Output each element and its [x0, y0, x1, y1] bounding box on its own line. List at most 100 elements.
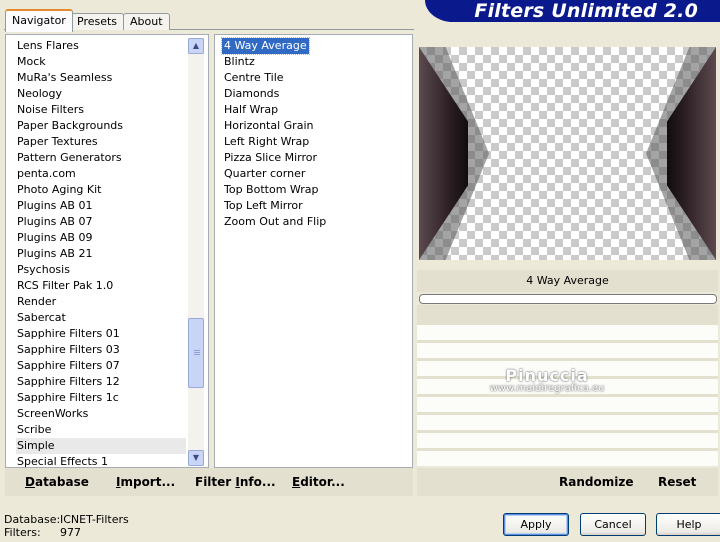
filter-item[interactable]: Horizontal Grain — [222, 118, 315, 134]
right-toolbar: Randomize Reset — [417, 468, 718, 496]
parameter-row — [417, 415, 718, 430]
progress-bar — [419, 294, 717, 304]
category-item[interactable]: Paper Textures — [16, 134, 186, 150]
cancel-button[interactable]: Cancel — [580, 513, 646, 536]
filter-info-label: nfo... — [239, 475, 276, 489]
filter-row: Centre Tile — [222, 70, 402, 86]
header-banner: Filters Unlimited 2.0 — [425, 0, 720, 22]
selected-filter-name: 4 Way Average — [417, 270, 718, 292]
filter-item[interactable]: Diamonds — [222, 86, 281, 102]
filter-item[interactable]: Half Wrap — [222, 102, 280, 118]
category-item[interactable]: Scribe — [16, 422, 186, 438]
status-database-value: ICNET-Filters — [60, 513, 129, 526]
category-item[interactable]: Plugins AB 21 — [16, 246, 186, 262]
grip-line — [194, 354, 200, 355]
category-items: Lens Flares Mock MuRa's Seamless Neology Noi… — [16, 38, 186, 467]
import-button[interactable]: Import... — [116, 475, 175, 489]
category-item[interactable]: ScreenWorks — [16, 406, 186, 422]
chevron-up-icon[interactable]: ▲ — [188, 38, 204, 54]
category-item[interactable]: Plugins AB 07 — [16, 214, 186, 230]
category-item[interactable]: Sabercat — [16, 310, 186, 326]
category-item[interactable]: Sapphire Filters 1c — [16, 390, 186, 406]
category-item[interactable]: Photo Aging Kit — [16, 182, 186, 198]
filter-row: Top Bottom Wrap — [222, 182, 402, 198]
reset-button[interactable]: Reset — [658, 475, 696, 489]
category-item[interactable]: Pattern Generators — [16, 150, 186, 166]
randomize-button[interactable]: Randomize — [559, 475, 633, 489]
filter-info-button[interactable]: Filter Info... — [195, 475, 276, 489]
filter-item[interactable]: Zoom Out and Flip — [222, 214, 328, 230]
category-item[interactable]: Special Effects 1 — [16, 454, 186, 467]
editor-accel: E — [292, 475, 301, 489]
filter-row: Top Left Mirror — [222, 198, 402, 214]
category-item[interactable]: RCS Filter Pak 1.0 — [16, 278, 186, 294]
filter-row: Blintz — [222, 54, 402, 70]
status-filters-value: 977 — [60, 526, 81, 539]
status-database-label: Database: — [4, 513, 61, 526]
filter-item[interactable]: Centre Tile — [222, 70, 286, 86]
filter-items: 4 Way Average Blintz Centre Tile Diamonds Ha… — [221, 37, 402, 230]
filter-item[interactable]: Blintz — [222, 54, 257, 70]
filter-item[interactable]: Top Bottom Wrap — [222, 182, 321, 198]
filter-item[interactable]: Quarter corner — [222, 166, 307, 182]
chevron-down-icon[interactable]: ▼ — [188, 450, 204, 466]
help-button[interactable]: Help — [656, 513, 720, 536]
filter-row: Horizontal Grain — [222, 118, 402, 134]
category-item[interactable]: Simple — [16, 438, 186, 454]
filter-item[interactable]: Top Left Mirror — [222, 198, 305, 214]
scrollbar-thumb[interactable] — [188, 318, 204, 388]
watermark-url: www.maidiregrafica.eu — [489, 383, 605, 394]
filter-info-label-pre: Filter — [195, 475, 236, 489]
category-item[interactable]: Paper Backgrounds — [16, 118, 186, 134]
grip-line — [194, 350, 200, 351]
filter-item[interactable]: Left Right Wrap — [222, 134, 311, 150]
filter-item[interactable]: 4 Way Average — [221, 37, 310, 55]
category-scrollbar[interactable]: ▲ ▼ — [188, 38, 204, 466]
category-item[interactable]: penta.com — [16, 166, 186, 182]
apply-button[interactable]: Apply — [503, 513, 569, 536]
tab-navigator[interactable]: Navigator — [5, 9, 73, 32]
database-button[interactable]: Database — [25, 475, 89, 489]
editor-label: ditor... — [300, 475, 345, 489]
editor-button[interactable]: Editor... — [292, 475, 345, 489]
tab-about[interactable]: About — [123, 13, 170, 30]
database-accel: D — [25, 475, 35, 489]
app-title: Filters Unlimited 2.0 — [474, 0, 698, 22]
parameter-row — [417, 451, 718, 466]
category-item[interactable]: MuRa's Seamless — [16, 70, 186, 86]
category-item[interactable]: Plugins AB 01 — [16, 198, 186, 214]
filter-row: Diamonds — [222, 86, 402, 102]
grip-line — [194, 352, 200, 353]
category-item[interactable]: Sapphire Filters 03 — [16, 342, 186, 358]
status-filters-label: Filters: — [4, 526, 41, 539]
parameter-row — [417, 325, 718, 340]
import-label: mport... — [120, 475, 176, 489]
parameter-row — [417, 343, 718, 358]
category-item[interactable]: Sapphire Filters 01 — [16, 326, 186, 342]
parameter-row — [417, 433, 718, 448]
filter-row: Zoom Out and Flip — [222, 214, 402, 230]
filter-list[interactable]: 4 Way Average Blintz Centre Tile Diamonds Ha… — [214, 34, 413, 468]
category-item[interactable]: Sapphire Filters 07 — [16, 358, 186, 374]
status-filters: Filters: 977 — [4, 526, 81, 539]
filter-row: Pizza Slice Mirror — [222, 150, 402, 166]
filter-item[interactable]: Pizza Slice Mirror — [222, 150, 319, 166]
category-item[interactable]: Plugins AB 09 — [16, 230, 186, 246]
database-label: atabase — [34, 475, 89, 489]
tab-presets[interactable]: Presets — [70, 13, 125, 30]
left-toolbar: Database Import... Filter Info... Editor… — [5, 468, 413, 496]
category-item[interactable]: Psychosis — [16, 262, 186, 278]
filter-row: 4 Way Average — [221, 37, 402, 55]
category-item[interactable]: Neology — [16, 86, 186, 102]
category-item[interactable]: Lens Flares — [16, 38, 186, 54]
watermark: Pinuccia www.maidiregrafica.eu — [472, 366, 622, 394]
status-database: Database:ICNET-Filters — [4, 513, 129, 526]
filter-row: Half Wrap — [222, 102, 402, 118]
category-item[interactable]: Noise Filters — [16, 102, 186, 118]
category-list[interactable]: Lens Flares Mock MuRa's Seamless Neology Noi… — [5, 34, 209, 468]
category-item[interactable]: Sapphire Filters 12 — [16, 374, 186, 390]
filter-row: Quarter corner — [222, 166, 402, 182]
category-item[interactable]: Render — [16, 294, 186, 310]
preview-image — [419, 47, 716, 260]
category-item[interactable]: Mock — [16, 54, 186, 70]
